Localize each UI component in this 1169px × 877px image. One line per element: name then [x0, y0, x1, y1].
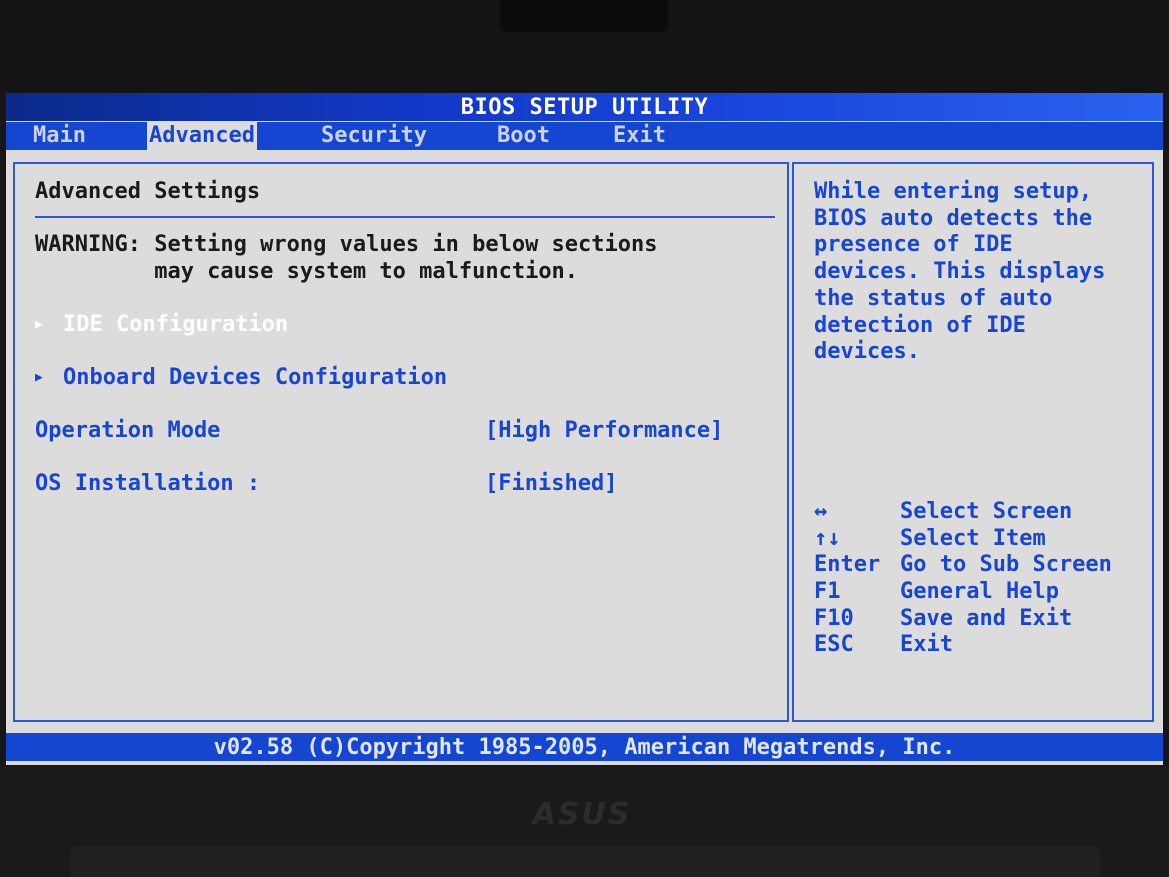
key-name: Enter	[814, 552, 881, 578]
tab-advanced[interactable]: Advanced	[147, 122, 257, 150]
tab-main[interactable]: Main	[31, 122, 88, 150]
tab-security[interactable]: Security	[319, 122, 429, 150]
key-action: Select Screen	[900, 499, 1073, 524]
key-name: F10	[814, 605, 854, 631]
menu-bar: Main Advanced Security Boot Exit	[6, 122, 1163, 150]
section-divider	[35, 216, 775, 218]
tab-exit[interactable]: Exit	[611, 122, 668, 150]
key-name: F1	[814, 579, 841, 605]
os-installation-label: OS Installation :	[35, 471, 261, 496]
tab-boot[interactable]: Boot	[495, 122, 552, 150]
os-installation-value[interactable]: [Finished]	[485, 471, 617, 496]
key-row-exit: ESC Exit	[814, 632, 1112, 659]
key-action: Select Item	[900, 525, 1046, 551]
help-line: While entering setup,	[814, 179, 1093, 204]
title-bar: BIOS SETUP UTILITY	[6, 93, 1163, 121]
key-row-select-item: ↑↓ Select Item	[814, 526, 1112, 553]
window-title: BIOS SETUP UTILITY	[460, 95, 709, 120]
key-action: General Help	[900, 579, 1059, 605]
key-row-general-help: F1 General Help	[814, 579, 1112, 606]
help-line: presence of IDE	[814, 232, 1013, 258]
key-legend: ↔ Select Screen ↑↓ Select Item Enter Go to …	[814, 499, 1112, 659]
key-action: Save and Exit	[900, 605, 1073, 631]
section-title: Advanced Settings	[35, 179, 261, 204]
footer-bar: v02.58 (C)Copyright 1985-2005, American …	[6, 733, 1163, 761]
up-down-arrows-icon: ↑↓	[814, 525, 841, 551]
help-line: BIOS auto detects the	[814, 205, 1093, 231]
submenu-arrow-icon: ▶	[35, 370, 43, 385]
left-right-arrows-icon: ↔	[814, 499, 828, 524]
webcam	[500, 0, 668, 32]
submenu-onboard-devices[interactable]: ▶ Onboard Devices Configuration	[35, 365, 447, 390]
key-row-save-exit: F10 Save and Exit	[814, 606, 1112, 633]
key-row-sub-screen: Enter Go to Sub Screen	[814, 552, 1112, 579]
submenu-ide-configuration[interactable]: ▶ IDE Configuration	[35, 312, 288, 337]
submenu-label: Onboard Devices Configuration	[63, 365, 448, 390]
help-line: devices. This displays	[814, 259, 1106, 285]
help-panel: While entering setup, BIOS auto detects …	[792, 162, 1154, 722]
operation-mode-value[interactable]: [High Performance]	[485, 418, 723, 443]
bios-screen: BIOS SETUP UTILITY Main Advanced Securit…	[6, 93, 1163, 765]
operation-mode-label: Operation Mode	[35, 418, 221, 443]
key-action: Go to Sub Screen	[900, 552, 1112, 578]
key-name: ESC	[814, 632, 854, 658]
submenu-label: IDE Configuration	[63, 312, 289, 337]
laptop-hinge	[70, 846, 1100, 877]
warning-message: WARNING: Setting wrong values in below s…	[35, 231, 658, 285]
warning-line-2: may cause system to malfunction.	[35, 259, 579, 284]
help-line: detection of IDE	[814, 312, 1026, 338]
help-description: While entering setup, BIOS auto detects …	[814, 179, 1144, 366]
warning-line-1: WARNING: Setting wrong values in below s…	[35, 232, 658, 257]
key-action: Exit	[900, 632, 953, 658]
key-row-select-screen: ↔ Select Screen	[814, 499, 1112, 526]
help-line: the status of auto	[814, 285, 1053, 311]
copyright-text: v02.58 (C)Copyright 1985-2005, American …	[213, 735, 956, 760]
asus-logo: ASUS	[532, 797, 632, 832]
settings-panel: Advanced Settings WARNING: Setting wrong…	[13, 162, 789, 722]
help-line: devices.	[814, 339, 920, 365]
submenu-arrow-icon: ▶	[35, 317, 43, 332]
